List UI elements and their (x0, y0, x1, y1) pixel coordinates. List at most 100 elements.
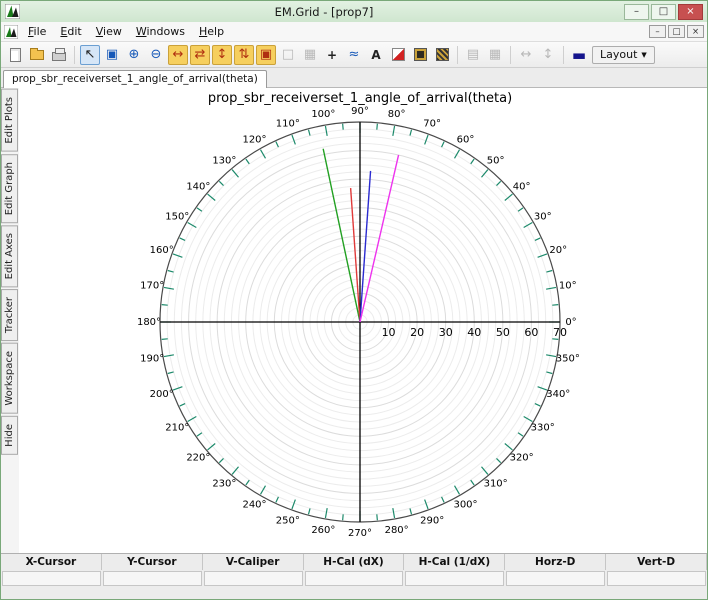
new-file-icon[interactable] (5, 45, 25, 65)
angle-label: 340° (546, 389, 570, 400)
status-value-cell[interactable] (2, 571, 101, 586)
close-button[interactable]: × (678, 4, 703, 20)
angle-tick (377, 124, 378, 130)
status-value-cell[interactable] (103, 571, 202, 586)
menu-item-view[interactable]: View (89, 23, 129, 40)
layout-button[interactable]: Layout▼ (592, 46, 655, 64)
angle-label: 90° (351, 106, 369, 117)
crosshair-icon[interactable]: + (322, 45, 342, 65)
frame-icon[interactable]: □ (278, 45, 298, 65)
angle-label: 150° (165, 212, 189, 223)
angle-tick (546, 287, 556, 289)
sidebar-tab-edit-plots[interactable]: Edit Plots (1, 89, 18, 152)
radius-label: 40 (467, 326, 481, 339)
caption-buttons: – □ × (624, 4, 703, 20)
toolbar-separator (74, 46, 75, 64)
menu-bar: FileEditViewWindowsHelp – □ × (1, 22, 707, 42)
fill-style-icon[interactable] (388, 45, 408, 65)
overlay-plots-icon[interactable]: ▣ (102, 45, 122, 65)
angle-label: 50° (487, 155, 505, 166)
texture-style-icon[interactable] (410, 45, 430, 65)
status-value-cell[interactable] (305, 571, 404, 586)
angle-tick (276, 142, 279, 147)
sidebar-tab-hide[interactable]: Hide (1, 416, 18, 455)
sidebar-tab-edit-graph[interactable]: Edit Graph (1, 154, 18, 223)
menu-item-edit[interactable]: Edit (53, 23, 88, 40)
sidebar: Edit Plots Edit Graph Edit Axes Tracker Work… (1, 88, 19, 553)
status-header-h-cal-1-dx-: H-Cal (1/dX) (404, 554, 505, 570)
sidebar-tab-workspace[interactable]: Workspace (1, 343, 18, 414)
v-measure-icon[interactable]: ↕ (538, 45, 558, 65)
angle-label: 30° (534, 212, 552, 223)
status-value-cell[interactable] (405, 571, 504, 586)
menu-item-help[interactable]: Help (192, 23, 231, 40)
angle-label: 110° (276, 119, 300, 130)
child-minimize-button[interactable]: – (649, 25, 666, 38)
angle-tick (471, 159, 474, 164)
fit-extents-icon[interactable]: ▣ (256, 45, 276, 65)
angle-tick (180, 238, 185, 241)
angle-tick (343, 514, 344, 520)
status-headers: X-CursorY-CursorV-CaliperH-Cal (dX)H-Cal… (1, 554, 707, 570)
angle-label: 60° (457, 134, 475, 145)
angle-tick (276, 497, 279, 502)
maximize-button[interactable]: □ (651, 4, 676, 20)
status-header-horz-d: Horz-D (505, 554, 606, 570)
sidebar-tab-label: Edit Axes (4, 233, 15, 279)
v-fit-icon[interactable]: ↕ (212, 45, 232, 65)
zoom-in-icon[interactable]: ⊕ (124, 45, 144, 65)
open-folder-icon[interactable] (27, 45, 47, 65)
status-value-cell[interactable] (204, 571, 303, 586)
print-icon[interactable] (49, 45, 69, 65)
angle-label: 220° (186, 453, 210, 464)
child-close-button[interactable]: × (687, 25, 704, 38)
child-restore-button[interactable]: □ (668, 25, 685, 38)
radius-label: 60 (524, 326, 538, 339)
hatch-style-icon[interactable] (432, 45, 452, 65)
polar-chart: 0°10°20°30°40°50°60°70°80°90°100°110°120… (19, 88, 707, 552)
text-tool-icon[interactable]: A (366, 45, 386, 65)
status-header-y-cursor: Y-Cursor (102, 554, 203, 570)
h-measure-icon[interactable]: ↔ (516, 45, 536, 65)
line-style-icon[interactable]: ▬ (569, 45, 589, 65)
frame-grid-icon[interactable]: ▦ (300, 45, 320, 65)
angle-tick (219, 458, 223, 462)
sidebar-tab-edit-axes[interactable]: Edit Axes (1, 225, 18, 287)
v-scroll-icon[interactable]: ⇅ (234, 45, 254, 65)
sidebar-tab-tracker[interactable]: Tracker (1, 289, 18, 341)
sidebar-tab-label: Tracker (4, 297, 15, 333)
sidebar-tab-label: Edit Plots (4, 97, 15, 144)
curve-select-icon[interactable]: ≈ (344, 45, 364, 65)
grid-toggle-icon[interactable]: ▤ (463, 45, 483, 65)
angle-tick (325, 126, 327, 136)
radius-label: 30 (439, 326, 453, 339)
menu-item-file[interactable]: File (21, 23, 53, 40)
plot-tab[interactable]: prop_sbr_receiverset_1_angle_of_arrival(… (3, 70, 267, 88)
menu-item-windows[interactable]: Windows (129, 23, 192, 40)
angle-tick (246, 159, 249, 164)
status-header-vert-d: Vert-D (606, 554, 707, 570)
radius-label: 20 (410, 326, 424, 339)
hatch-style-icon-shape (436, 48, 449, 61)
angle-label: 130° (212, 155, 236, 166)
sidebar-tab-label: Hide (4, 424, 15, 447)
angle-tick (325, 508, 327, 518)
print-icon-shape (52, 52, 66, 61)
sidebar-tab-label: Workspace (4, 351, 15, 406)
select-pointer-icon[interactable]: ↖ (80, 45, 100, 65)
h-fit-icon[interactable]: ↔ (168, 45, 188, 65)
minimize-button[interactable]: – (624, 4, 649, 20)
zoom-out-icon[interactable]: ⊖ (146, 45, 166, 65)
angle-tick (393, 508, 395, 518)
toolbar-items: ↖▣⊕⊖↔⇄↕⇅▣□▦+≈A▤▦↔↕▬Layout▼ (4, 45, 655, 65)
status-value-cell[interactable] (506, 571, 605, 586)
h-scroll-icon[interactable]: ⇄ (190, 45, 210, 65)
angle-tick (219, 181, 223, 185)
axis-toggle-icon[interactable]: ▦ (485, 45, 505, 65)
status-value-cell[interactable] (607, 571, 706, 586)
status-strip (1, 586, 707, 599)
angle-label: 20° (549, 245, 567, 256)
document-icon (4, 25, 18, 39)
status-header-h-cal-dx-: H-Cal (dX) (304, 554, 405, 570)
angle-tick (518, 433, 523, 436)
